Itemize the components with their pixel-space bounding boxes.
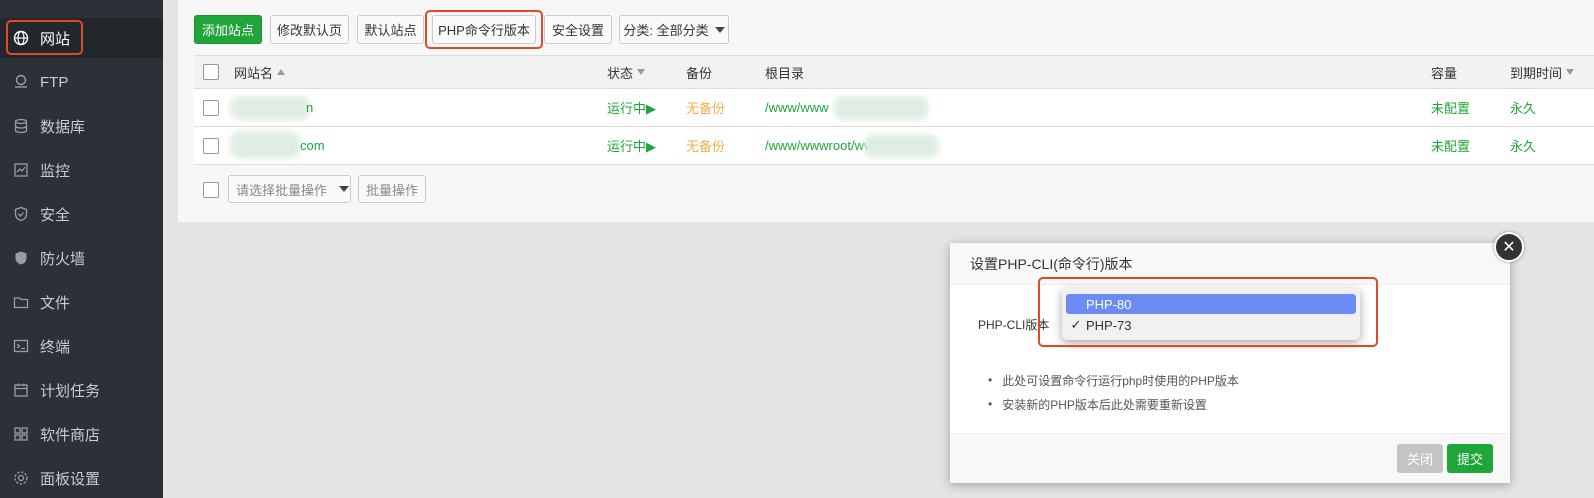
redacted-blur — [834, 96, 929, 120]
calendar-icon — [12, 381, 30, 399]
option-label: PHP-80 — [1086, 296, 1132, 312]
site-name-link[interactable]: com — [300, 127, 325, 164]
chevron-down-icon — [714, 26, 725, 33]
row-checkbox[interactable] — [203, 100, 219, 116]
sidebar-item-label: 文件 — [40, 294, 71, 312]
col-backup: 备份 — [686, 65, 713, 81]
header-label: 到期时间 — [1510, 65, 1563, 81]
status-running[interactable]: 运行中▶ — [607, 127, 656, 164]
batch-action-button[interactable]: 批量操作 — [358, 175, 426, 203]
sidebar-item-label: 软件商店 — [40, 426, 101, 444]
col-site-name[interactable]: 网站名 — [234, 56, 286, 88]
root-dir-link[interactable]: /www/wwwroot/ww — [765, 127, 873, 164]
sort-desc-icon — [637, 69, 646, 75]
modal-title: 设置PHP-CLI(命令行)版本 — [950, 243, 1510, 285]
gear-icon — [12, 469, 30, 487]
redacted-blur — [230, 96, 310, 120]
notes-list: 此处可设置命令行运行php时使用的PHP版本 安装新的PHP版本后此处需要重新设… — [988, 368, 1239, 416]
sidebar-item-label: 安全 — [40, 206, 71, 224]
php-cli-version-label: PHP-CLI版本 — [978, 317, 1050, 332]
batch-select-checkbox[interactable] — [203, 182, 219, 198]
sidebar-item-ftp[interactable]: FTP — [0, 62, 163, 102]
batch-action-select[interactable]: 请选择批量操作 — [228, 175, 351, 203]
php-cli-version-button[interactable]: PHP命令行版本 — [432, 15, 536, 44]
modal-footer: 关闭 提交 — [950, 433, 1510, 483]
col-capacity: 容量 — [1431, 65, 1458, 81]
firewall-icon — [12, 249, 30, 267]
monitor-icon — [12, 161, 30, 179]
sidebar-item-firewall[interactable]: 防火墙 — [0, 238, 163, 278]
batch-action-placeholder: 请选择批量操作 — [236, 182, 328, 198]
site-list-panel: 添加站点 修改默认页 默认站点 PHP命令行版本 安全设置 分类: 全部分类 网… — [178, 0, 1594, 222]
sidebar-item-label: 面板设置 — [40, 470, 101, 488]
sidebar-item-label: FTP — [40, 73, 69, 91]
globe-icon — [12, 29, 30, 47]
sidebar-item-label: 网站 — [40, 30, 71, 48]
col-status[interactable]: 状态 — [607, 56, 646, 88]
shield-icon — [12, 205, 30, 223]
row-checkbox[interactable] — [203, 138, 219, 154]
redacted-blur — [864, 134, 939, 158]
backup-status[interactable]: 无备份 — [686, 127, 725, 164]
sidebar-item-label: 防火墙 — [40, 250, 86, 268]
default-site-button[interactable]: 默认站点 — [357, 15, 424, 44]
root-dir-link[interactable]: /www/www — [765, 89, 829, 126]
close-button[interactable]: 关闭 — [1397, 444, 1443, 473]
php-version-dropdown: PHP-80 ✓ PHP-73 — [1062, 288, 1360, 340]
add-site-button[interactable]: 添加站点 — [194, 15, 262, 44]
php-cli-modal: 设置PHP-CLI(命令行)版本 PHP-CLI版本 此处可设置命令行运行php… — [950, 243, 1510, 483]
select-all-checkbox[interactable] — [203, 64, 219, 80]
note-item: 此处可设置命令行运行php时使用的PHP版本 — [988, 368, 1239, 392]
note-item: 安装新的PHP版本后此处需要重新设置 — [988, 392, 1239, 416]
table-row: n 运行中▶ 无备份 /www/www 未配置 永久 — [194, 89, 1594, 127]
edit-default-page-button[interactable]: 修改默认页 — [270, 15, 349, 44]
sidebar-item-app-store[interactable]: 软件商店 — [0, 414, 163, 454]
option-php-80[interactable]: PHP-80 — [1066, 294, 1356, 314]
sidebar-item-label: 数据库 — [40, 118, 86, 136]
expiry-value[interactable]: 永久 — [1510, 89, 1536, 126]
close-icon[interactable]: ✕ — [1494, 232, 1524, 262]
sidebar-item-database[interactable]: 数据库 — [0, 106, 163, 146]
sidebar-item-terminal[interactable]: 终端 — [0, 326, 163, 366]
sidebar: 网站 FTP 数据库 监控 安全 防火墙 文件 终端 计划任务 软件商店 面板设… — [0, 0, 163, 498]
header-label: 网站名 — [234, 65, 274, 81]
status-running[interactable]: 运行中▶ — [607, 89, 656, 126]
sidebar-item-label: 监控 — [40, 162, 71, 180]
site-name-link[interactable]: n — [306, 89, 313, 126]
sidebar-item-monitor[interactable]: 监控 — [0, 150, 163, 190]
security-settings-button[interactable]: 安全设置 — [544, 15, 612, 44]
sort-desc-icon — [1566, 69, 1575, 75]
sidebar-item-cron[interactable]: 计划任务 — [0, 370, 163, 410]
capacity-value[interactable]: 未配置 — [1431, 89, 1470, 126]
sort-asc-icon — [277, 69, 286, 75]
chevron-down-icon — [339, 186, 350, 192]
ftp-icon — [12, 73, 30, 91]
sidebar-item-files[interactable]: 文件 — [0, 282, 163, 322]
database-icon — [12, 117, 30, 135]
table-row: com 运行中▶ 无备份 /www/wwwroot/ww 未配置 永久 — [194, 127, 1594, 165]
col-root-dir: 根目录 — [765, 65, 805, 81]
redacted-blur — [230, 131, 300, 159]
submit-button[interactable]: 提交 — [1447, 444, 1493, 473]
sidebar-item-security[interactable]: 安全 — [0, 194, 163, 234]
header-label: 状态 — [607, 65, 634, 81]
backup-status[interactable]: 无备份 — [686, 89, 725, 126]
table-header: 网站名 状态 备份 根目录 容量 到期时间 — [194, 56, 1594, 89]
option-label: PHP-73 — [1086, 317, 1132, 333]
capacity-value[interactable]: 未配置 — [1431, 127, 1470, 164]
sidebar-item-label: 计划任务 — [40, 382, 101, 400]
expiry-value[interactable]: 永久 — [1510, 127, 1536, 164]
site-table: 网站名 状态 备份 根目录 容量 到期时间 n 运行中▶ 无备份 /www/ww… — [194, 55, 1594, 165]
folder-icon — [12, 293, 30, 311]
apps-icon — [12, 425, 30, 443]
sidebar-item-panel-settings[interactable]: 面板设置 — [0, 458, 163, 498]
sidebar-item-website[interactable]: 网站 — [0, 18, 163, 58]
category-filter-select[interactable]: 分类: 全部分类 — [619, 15, 729, 44]
col-expiry[interactable]: 到期时间 — [1510, 56, 1575, 88]
option-php-73[interactable]: ✓ PHP-73 — [1066, 315, 1356, 335]
sidebar-item-label: 终端 — [40, 338, 71, 356]
check-icon: ✓ — [1070, 317, 1082, 332]
terminal-icon — [12, 337, 30, 355]
category-filter-label: 分类: 全部分类 — [623, 23, 709, 38]
